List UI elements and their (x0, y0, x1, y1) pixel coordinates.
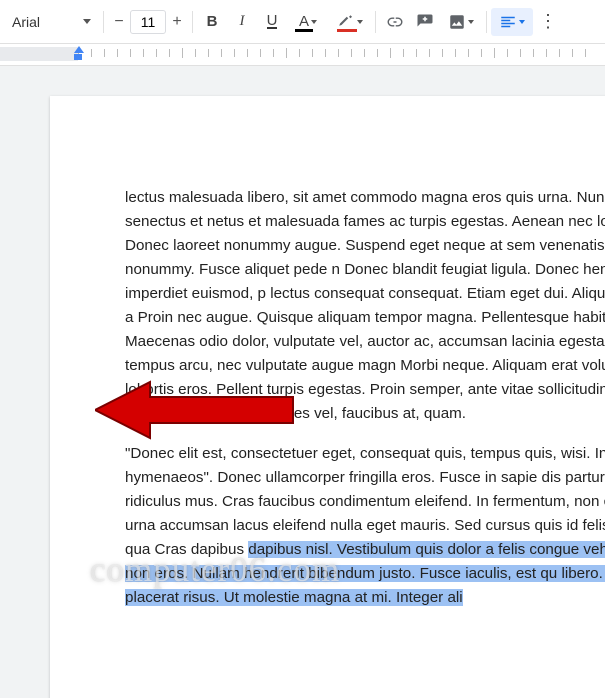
increase-font-button[interactable]: + (166, 8, 188, 36)
image-icon (448, 13, 466, 31)
ruler-marks (0, 44, 605, 66)
document-page[interactable]: lectus malesuada libero, sit amet commod… (50, 96, 605, 698)
decrease-font-button[interactable]: − (108, 8, 130, 36)
comment-icon (416, 13, 434, 31)
chevron-down-icon (311, 20, 317, 24)
insert-link-button[interactable] (380, 8, 410, 36)
paragraph: "Donec elit est, consectetuer eget, cons… (125, 442, 605, 610)
chevron-down-icon (83, 19, 91, 24)
highlight-color-button[interactable] (329, 8, 371, 36)
chevron-down-icon (357, 20, 363, 24)
underline-button[interactable]: U (257, 8, 287, 36)
separator (103, 11, 104, 33)
separator (486, 11, 487, 33)
italic-button[interactable]: I (227, 8, 257, 36)
align-left-icon (499, 13, 517, 31)
font-size-input[interactable] (130, 10, 166, 34)
link-icon (386, 13, 404, 31)
color-bar-icon (295, 29, 313, 32)
chevron-down-icon (468, 20, 474, 24)
bold-button[interactable]: B (197, 8, 227, 36)
editor-canvas: lectus malesuada libero, sit amet commod… (0, 66, 605, 698)
toolbar: Arial − + B I U A ⋮ (0, 0, 605, 44)
chevron-down-icon (519, 20, 525, 24)
add-comment-button[interactable] (410, 8, 440, 36)
ruler[interactable] (0, 44, 605, 66)
indent-marker-icon[interactable] (74, 46, 84, 53)
color-bar-icon (337, 29, 357, 32)
separator (375, 11, 376, 33)
align-button[interactable] (491, 8, 533, 36)
font-family-label: Arial (12, 14, 40, 30)
font-size-group: − + (108, 8, 188, 36)
insert-image-button[interactable] (440, 8, 482, 36)
more-button[interactable]: ⋮ (533, 8, 563, 36)
paragraph: lectus malesuada libero, sit amet commod… (125, 186, 605, 426)
text-color-button[interactable]: A (287, 8, 329, 36)
indent-marker-icon[interactable] (74, 54, 82, 60)
font-family-select[interactable]: Arial (4, 8, 99, 36)
separator (192, 11, 193, 33)
